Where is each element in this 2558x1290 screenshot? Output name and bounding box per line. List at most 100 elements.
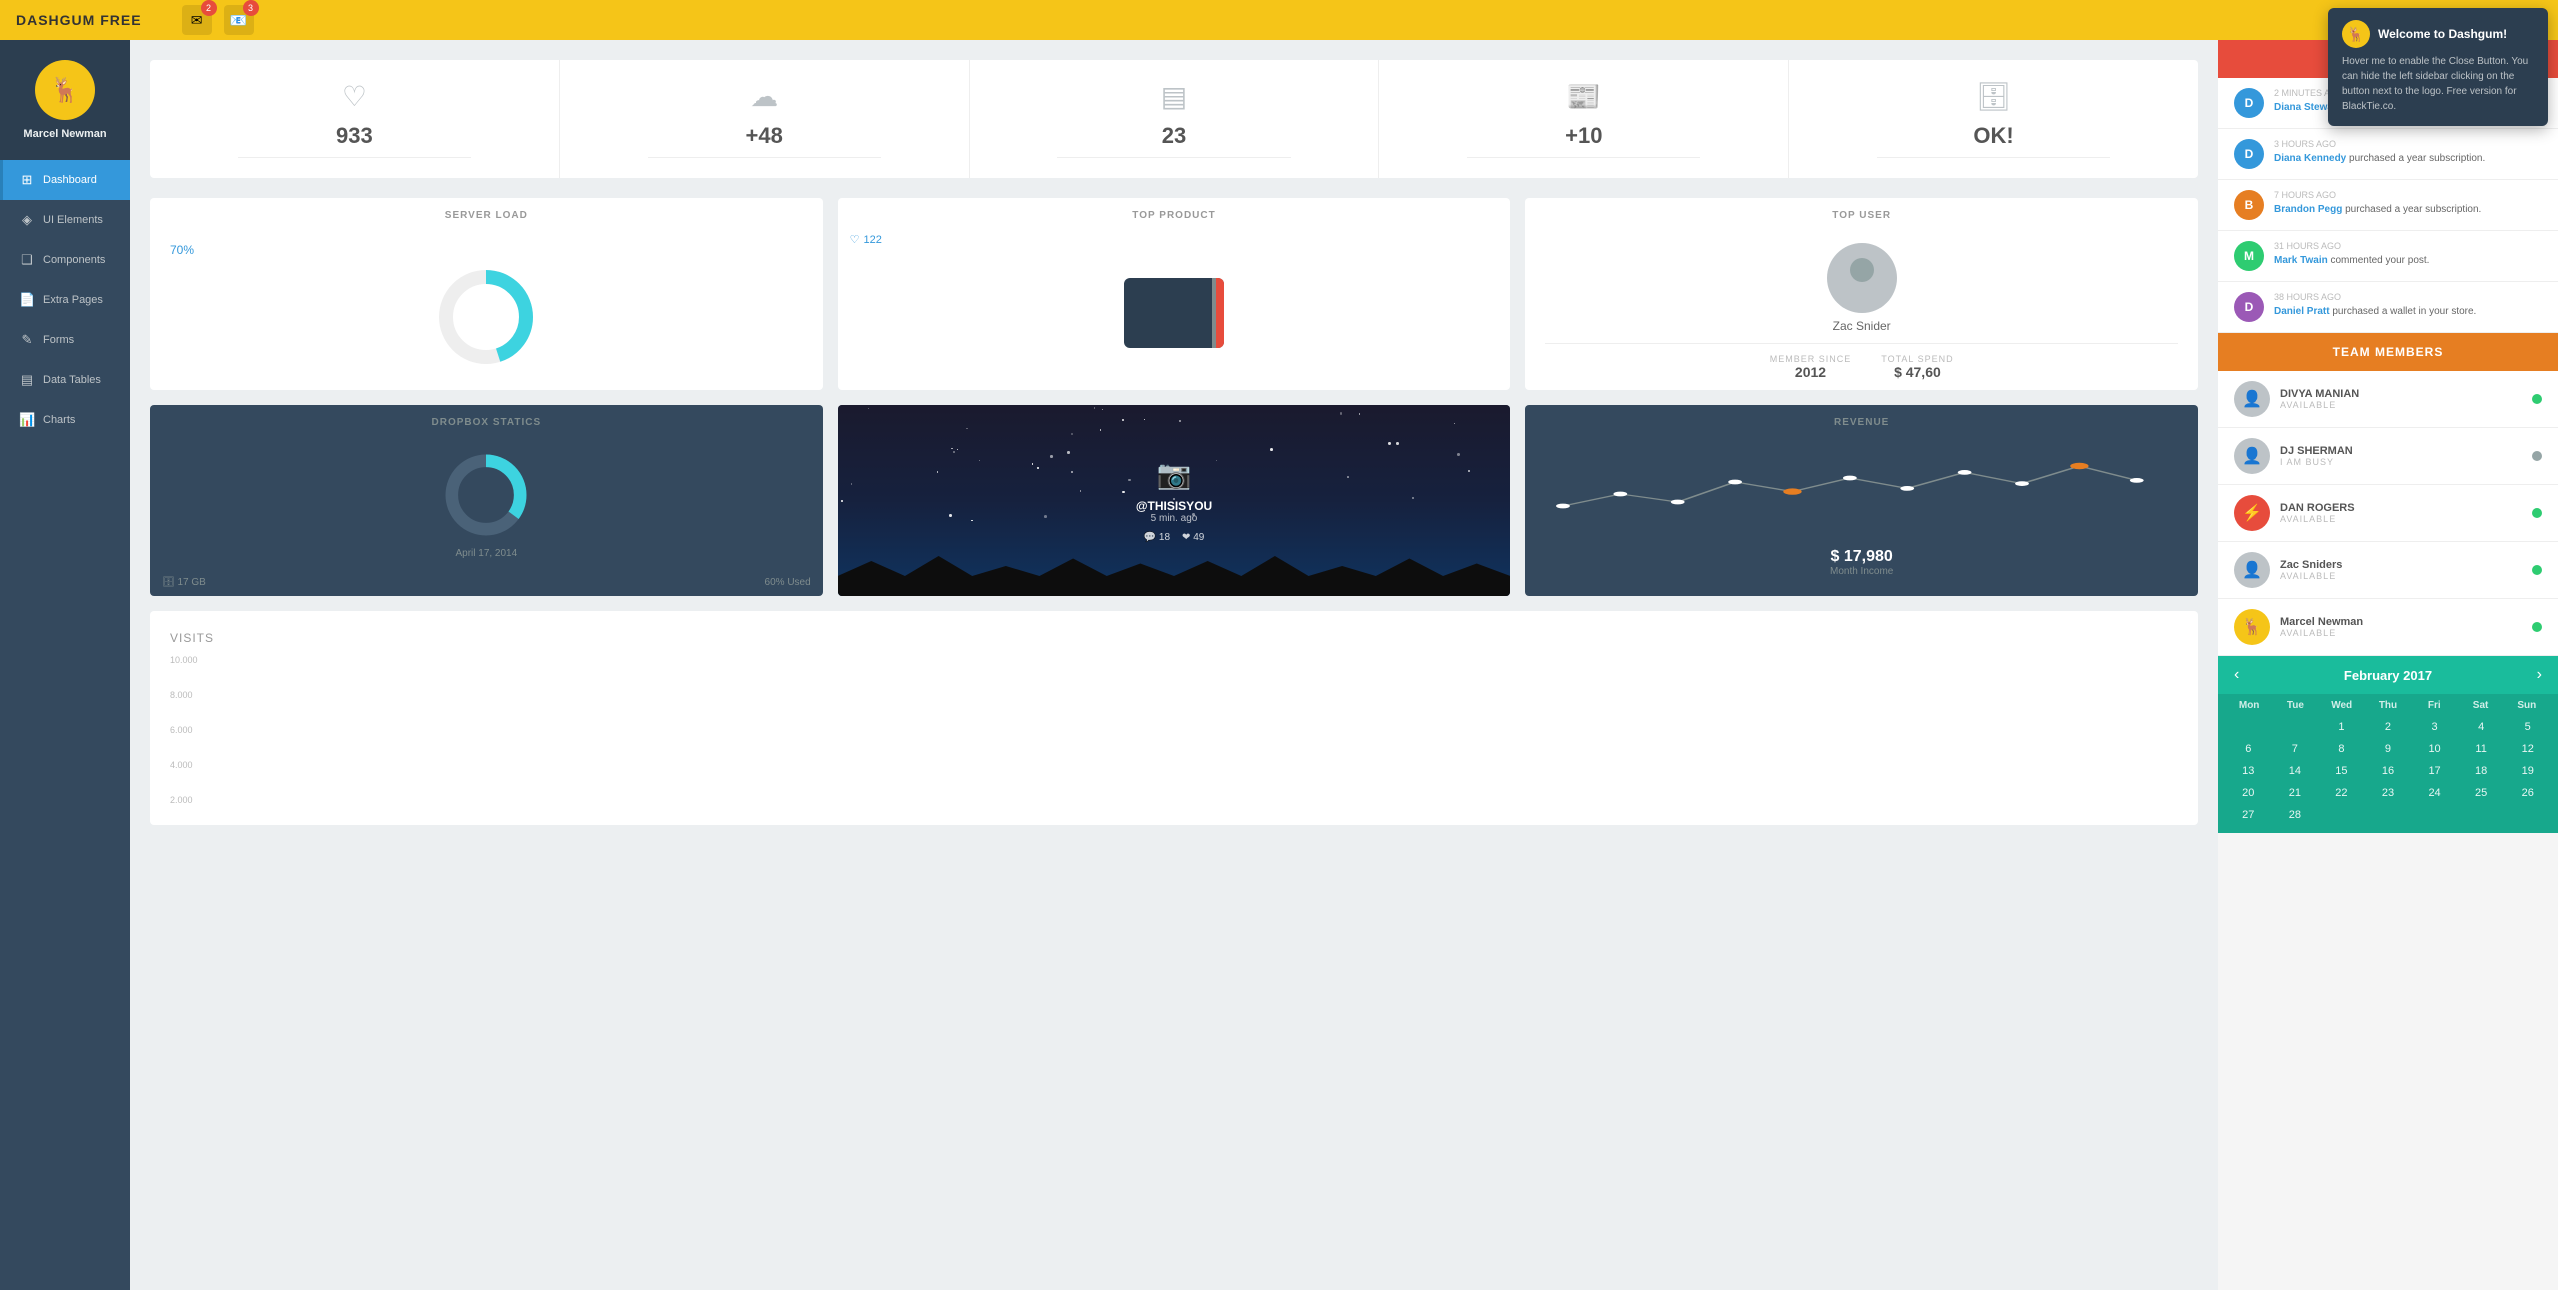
calendar-days-header: Mon Tue Wed Thu Fri Sat Sun [2218,694,2558,717]
visits-title: VISITS [170,631,2178,645]
cal-day-25[interactable]: 24 [2412,783,2457,803]
status-indicator-1 [2532,394,2542,404]
cal-day-17[interactable]: 16 [2366,761,2411,781]
y-label-2: 8.000 [170,690,198,700]
sidebar-nav: ⊞ Dashboard ◈ UI Elements ❑ Components 📄… [0,160,130,440]
sidebar-item-ui-elements[interactable]: ◈ UI Elements [0,200,130,240]
email-badge: 3 [243,0,259,16]
cal-day-16[interactable]: 15 [2319,761,2364,781]
member-name-5: Marcel Newman [2280,616,2522,628]
instagram-card: 📷 @THISISYOU 5 min. ago 💬 18 ❤ 49 [838,405,1511,596]
cal-day-7[interactable]: 6 [2226,739,2271,759]
cal-day-2[interactable]: 1 [2319,717,2364,737]
y-axis: 10.000 8.000 6.000 4.000 2.000 [170,655,198,805]
cal-day-27[interactable]: 26 [2505,783,2550,803]
server-load-content: 70% [150,233,823,387]
sidebar-label-datatables: Data Tables [43,374,101,386]
calendar-next-button[interactable]: › [2537,666,2542,684]
cal-day-6[interactable]: 5 [2505,717,2550,737]
stat-card-db: 🗄 OK! [1789,60,2198,178]
cal-day-23[interactable]: 22 [2319,783,2364,803]
cal-day-26[interactable]: 25 [2459,783,2504,803]
tooltip-icon: 🦌 [2342,20,2370,48]
sidebar-item-components[interactable]: ❑ Components [0,240,130,280]
cal-day-3[interactable]: 2 [2366,717,2411,737]
cal-day-28[interactable]: 27 [2226,805,2271,825]
topbar: DASHGUM FREE ✉ 2 📧 3 [0,0,2558,40]
cal-day-14[interactable]: 13 [2226,761,2271,781]
email-button[interactable]: 📧 3 [224,5,254,35]
server-load-donut [436,267,536,367]
message-badge: 2 [201,0,217,16]
cal-header-mon: Mon [2226,700,2272,711]
heart-icon: ♡ [342,80,367,113]
cal-header-sat: Sat [2457,700,2503,711]
avatar: 🦌 [35,60,95,120]
team-member-3: ⚡ DAN ROGERS AVAILABLE [2218,485,2558,542]
inbox-icon: ▤ [1161,80,1187,113]
total-spend-value: $ 47,60 [1894,364,1941,380]
member-avatar-4: 👤 [2234,552,2270,588]
calendar-prev-button[interactable]: ‹ [2234,666,2239,684]
member-since-label: MEMBER SINCE [1770,354,1852,364]
cal-header-thu: Thu [2365,700,2411,711]
instagram-handle: @THISISYOU [1136,499,1212,513]
message-button[interactable]: ✉ 2 [182,5,212,35]
dropbox-used-label: 60% Used [765,577,811,588]
cal-day-19[interactable]: 18 [2459,761,2504,781]
cal-day-9[interactable]: 8 [2319,739,2364,759]
sidebar-item-data-tables[interactable]: ▤ Data Tables [0,360,130,400]
notif-avatar-4: M [2234,241,2264,271]
sidebar-item-extra-pages[interactable]: 📄 Extra Pages [0,280,130,320]
cal-day-15[interactable]: 14 [2273,761,2318,781]
member-avatar-3: ⚡ [2234,495,2270,531]
sidebar-username: Marcel Newman [23,128,106,140]
notif-content-5: 38 HOURS AGO Daniel Pratt purchased a wa… [2274,292,2542,322]
cal-day-29[interactable]: 28 [2273,805,2318,825]
member-name-1: DIVYA MANIAN [2280,388,2522,400]
notif-item-5: D 38 HOURS AGO Daniel Pratt purchased a … [2218,282,2558,333]
team-member-5: 🦌 Marcel Newman AVAILABLE [2218,599,2558,656]
member-status-2: I AM BUSY [2280,457,2522,467]
team-member-1: 👤 DIVYA MANIAN AVAILABLE [2218,371,2558,428]
server-load-pct: 70% [170,243,194,257]
cal-day-22[interactable]: 21 [2273,783,2318,803]
revenue-title: REVENUE [1525,405,2198,440]
stat-divider [1057,157,1290,158]
notif-content-2: 3 HOURS AGO Diana Kennedy purchased a ye… [2274,139,2542,169]
cal-day-24[interactable]: 23 [2366,783,2411,803]
sidebar-item-charts[interactable]: 📊 Charts [0,400,130,440]
status-indicator-2 [2532,451,2542,461]
notif-time-5: 38 HOURS AGO [2274,292,2542,302]
cal-day-10[interactable]: 9 [2366,739,2411,759]
visits-section: VISITS 10.000 8.000 6.000 4.000 2.000 [150,611,2198,825]
cal-day-0: . [2226,717,2271,737]
cal-day-21[interactable]: 20 [2226,783,2271,803]
notif-content-4: 31 HOURS AGO Mark Twain commented your p… [2274,241,2542,271]
cal-day-4[interactable]: 3 [2412,717,2457,737]
calendar-days: ..12345678910111213141516171819202122232… [2218,717,2558,833]
cal-day-20[interactable]: 19 [2505,761,2550,781]
server-load-card: SERVER LOAD 70% [150,198,823,390]
cal-day-11[interactable]: 10 [2412,739,2457,759]
cal-day-8[interactable]: 7 [2273,739,2318,759]
instagram-stats: 💬 18 ❤ 49 [1144,532,1205,543]
cal-day-13[interactable]: 12 [2505,739,2550,759]
sidebar-item-dashboard[interactable]: ⊞ Dashboard [0,160,130,200]
stat-card-cloud: ☁ +48 [560,60,970,178]
user-stats: MEMBER SINCE 2012 TOTAL SPEND $ 47,60 [1545,343,2178,380]
stat-card-news: 📰 +10 [1379,60,1789,178]
avatar-icon: 🦌 [50,76,80,105]
revenue-label: Month Income [1533,566,2190,577]
cal-day-12[interactable]: 11 [2459,739,2504,759]
wallet-stripe-red [1216,278,1224,348]
cal-day-5[interactable]: 4 [2459,717,2504,737]
stat-divider [1467,157,1700,158]
notif-item-4: M 31 HOURS AGO Mark Twain commented your… [2218,231,2558,282]
instagram-overlay: 📷 @THISISYOU 5 min. ago 💬 18 ❤ 49 [838,405,1511,596]
forms-icon: ✎ [19,332,35,348]
sidebar-item-forms[interactable]: ✎ Forms [0,320,130,360]
sidebar: 🦌 Marcel Newman ⊞ Dashboard ◈ UI Element… [0,40,130,1290]
notif-name-2: Diana Kennedy [2274,153,2346,164]
cal-day-18[interactable]: 17 [2412,761,2457,781]
